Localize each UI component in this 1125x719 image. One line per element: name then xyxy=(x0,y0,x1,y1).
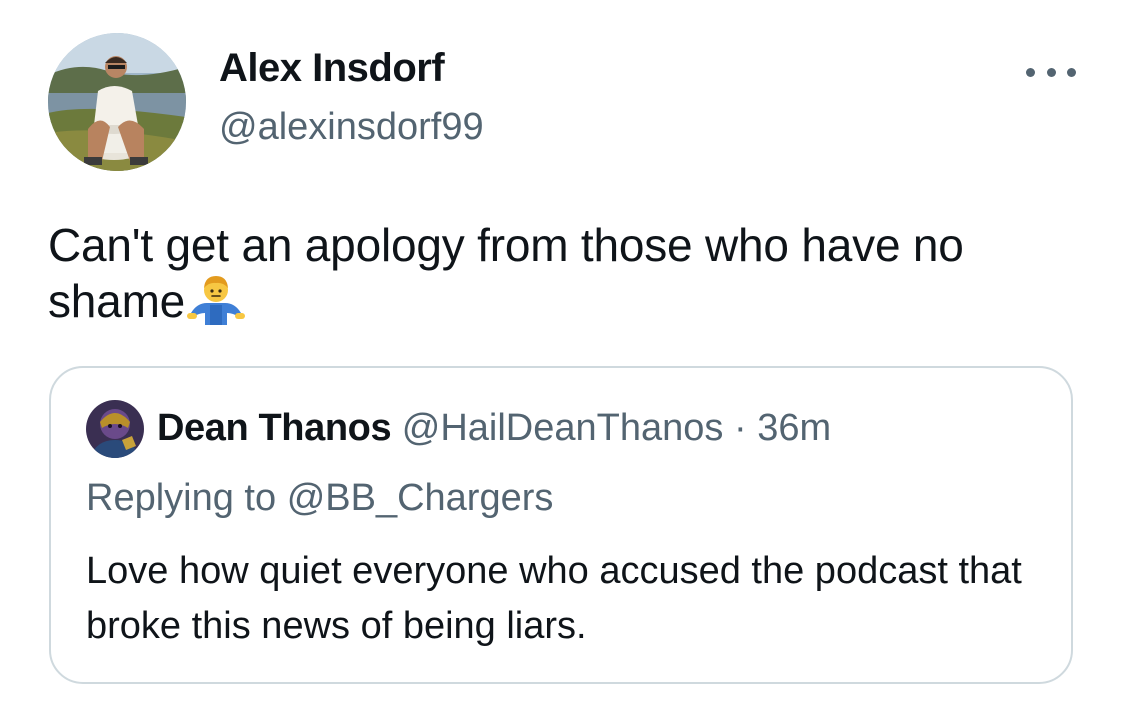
quoted-tweet-text: Love how quiet everyone who accused the … xyxy=(86,550,1022,647)
quoted-replying-to: Replying to @BB_Chargers xyxy=(86,474,553,522)
quoted-author-display-name[interactable]: Dean Thanos xyxy=(157,407,392,449)
more-dot xyxy=(1067,67,1076,77)
quoted-tweet-card[interactable]: Dean Thanos @HailDeanThanos · 36m Replyi… xyxy=(49,366,1073,684)
profile-photo-icon xyxy=(48,33,186,171)
more-options-icon[interactable] xyxy=(1026,52,1076,92)
tweet: Alex Insdorf @alexinsdorf99 Can't get an… xyxy=(0,0,1125,719)
tweet-text-body: Can't get an apology from those who have… xyxy=(48,219,964,327)
person-shrugging-emoji-icon xyxy=(187,276,246,325)
author-display-name[interactable]: Alex Insdorf xyxy=(219,44,445,92)
quoted-separator: · xyxy=(733,407,747,449)
author-handle[interactable]: @alexinsdorf99 xyxy=(219,104,484,150)
quoted-avatar-photo-icon xyxy=(86,400,144,458)
quoted-author-handle[interactable]: @HailDeanThanos xyxy=(402,407,724,449)
replying-prefix: Replying to xyxy=(86,477,277,519)
author-avatar[interactable] xyxy=(48,33,186,171)
quoted-author-avatar[interactable] xyxy=(86,400,144,458)
tweet-text: Can't get an apology from those who have… xyxy=(48,218,1078,329)
quoted-timestamp[interactable]: 36m xyxy=(757,407,831,449)
replying-to-handle[interactable]: @BB_Chargers xyxy=(287,477,554,519)
more-dot xyxy=(1046,67,1056,77)
quoted-tweet-header: Dean Thanos @HailDeanThanos · 36m xyxy=(157,404,831,452)
more-dot xyxy=(1026,67,1035,77)
